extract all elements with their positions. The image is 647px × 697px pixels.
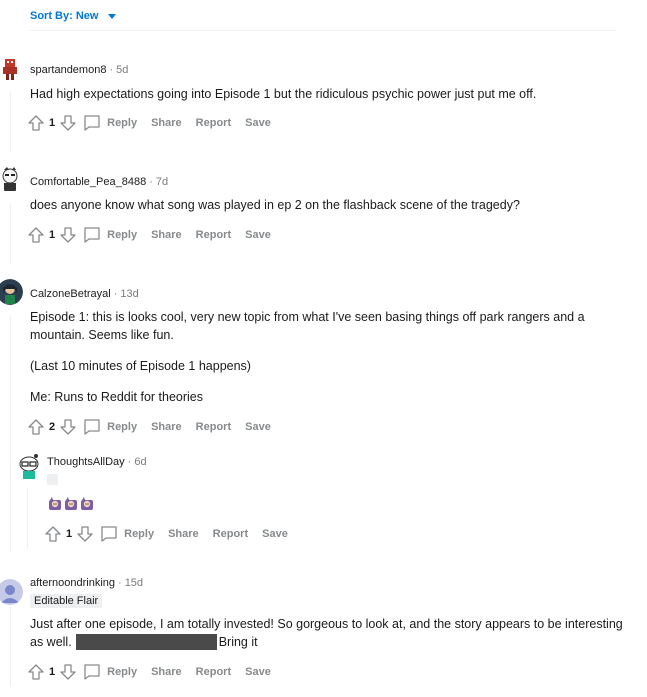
avatar[interactable] (0, 579, 23, 605)
comment-actions: 1 Reply Share Report Save (44, 523, 288, 545)
chat-bubble-icon[interactable] (83, 226, 101, 244)
author-name[interactable]: Comfortable_Pea_8488 (30, 176, 146, 188)
save-button[interactable]: Save (245, 421, 271, 433)
comment-text: does anyone know what song was played in… (30, 198, 520, 212)
share-button[interactable]: Share (151, 229, 182, 241)
downvote-icon[interactable] (59, 114, 77, 132)
report-button[interactable]: Report (213, 528, 248, 540)
chat-bubble-icon[interactable] (83, 114, 101, 132)
comment-text: Just after one episode, I am totally inv… (30, 615, 625, 651)
author-name[interactable]: spartandemon8 (30, 64, 106, 76)
upvote-icon[interactable] (27, 418, 45, 436)
emoji-icon (49, 497, 61, 510)
comment-actions: 1 Reply Share Report Save (27, 661, 271, 683)
avatar[interactable] (0, 166, 23, 192)
author-name[interactable]: CalzoneBetrayal (30, 288, 111, 300)
comment-text: Had high expectations going into Episode… (30, 87, 537, 101)
comment-meta: CalzoneBetrayal · 13d (30, 287, 139, 301)
downvote-icon[interactable] (59, 226, 77, 244)
report-button[interactable]: Report (196, 229, 231, 241)
image-placeholder (47, 474, 58, 485)
thread-line[interactable] (10, 92, 11, 152)
upvote-icon[interactable] (27, 226, 45, 244)
comment-paragraph: (Last 10 minutes of Episode 1 happens) (30, 359, 251, 373)
report-button[interactable]: Report (196, 421, 231, 433)
share-button[interactable]: Share (151, 421, 182, 433)
avatar[interactable] (16, 453, 42, 479)
reply-button[interactable]: Reply (107, 421, 137, 433)
chat-bubble-icon[interactable] (83, 663, 101, 681)
spoiler-redaction[interactable] (75, 634, 217, 650)
divider (30, 30, 616, 31)
share-button[interactable]: Share (168, 528, 199, 540)
author-name[interactable]: ThoughtsAllDay (47, 456, 125, 468)
comment-meta: spartandemon8 · 5d (30, 63, 128, 77)
comment-text-part: Bring it (218, 635, 258, 649)
upvote-icon[interactable] (27, 663, 45, 681)
emoji-icon (81, 497, 93, 510)
save-button[interactable]: Save (245, 117, 271, 129)
chat-bubble-icon[interactable] (100, 525, 118, 543)
emoji-icon (65, 497, 77, 510)
vote-score: 1 (66, 528, 73, 540)
comment-paragraph: Me: Runs to Reddit for theories (30, 390, 203, 404)
separator-dot: · (118, 577, 122, 589)
downvote-icon[interactable] (59, 663, 77, 681)
save-button[interactable]: Save (262, 528, 288, 540)
thread-line[interactable] (10, 204, 11, 264)
comment-age[interactable]: 6d (134, 456, 146, 468)
thread-line[interactable] (10, 316, 11, 552)
comment-age[interactable]: 5d (116, 64, 128, 76)
comment-actions: 2 Reply Share Report Save (27, 416, 271, 438)
separator-dot: · (109, 64, 114, 76)
save-button[interactable]: Save (245, 666, 271, 678)
author-name[interactable]: afternoondrinking (30, 577, 115, 589)
downvote-icon[interactable] (76, 525, 94, 543)
comment-meta: ThoughtsAllDay · 6d (47, 455, 147, 469)
comment-actions: 1 Reply Share Report Save (27, 224, 271, 246)
comment-actions: 1 Reply Share Report Save (27, 112, 271, 134)
caret-down-icon (108, 13, 117, 19)
save-button[interactable]: Save (245, 229, 271, 241)
vote-score: 1 (49, 117, 56, 129)
share-button[interactable]: Share (151, 666, 182, 678)
reply-button[interactable]: Reply (124, 528, 154, 540)
comment-meta: Comfortable_Pea_8488 · 7d (30, 175, 168, 189)
report-button[interactable]: Report (196, 666, 231, 678)
comment-meta: afternoondrinking · 15d (30, 576, 143, 590)
vote-score: 2 (49, 421, 56, 433)
upvote-icon[interactable] (27, 114, 45, 132)
reply-button[interactable]: Reply (107, 666, 137, 678)
comment-paragraph: Episode 1: this is looks cool, very new … (30, 310, 585, 342)
downvote-icon[interactable] (59, 418, 77, 436)
chat-bubble-icon[interactable] (83, 418, 101, 436)
separator-dot: · (113, 288, 118, 300)
emoji-row (48, 497, 94, 511)
reply-button[interactable]: Reply (107, 229, 137, 241)
reply-button[interactable]: Reply (107, 117, 137, 129)
user-flair: Editable Flair (30, 594, 103, 608)
share-button[interactable]: Share (151, 117, 182, 129)
avatar[interactable] (0, 56, 23, 82)
sort-dropdown[interactable]: Sort By: New (30, 8, 117, 24)
comment-age[interactable]: 15d (125, 577, 143, 589)
avatar[interactable] (0, 279, 23, 305)
comment-age[interactable]: 7d (156, 176, 168, 188)
thread-line[interactable] (10, 606, 11, 686)
thread-line[interactable] (27, 488, 28, 548)
vote-score: 1 (49, 229, 56, 241)
sort-label: Sort By: New (30, 10, 99, 22)
separator-dot: · (149, 176, 153, 188)
separator-dot: · (127, 456, 132, 468)
comment-age[interactable]: 13d (120, 288, 138, 300)
vote-score: 1 (49, 666, 56, 678)
upvote-icon[interactable] (44, 525, 62, 543)
report-button[interactable]: Report (196, 117, 231, 129)
